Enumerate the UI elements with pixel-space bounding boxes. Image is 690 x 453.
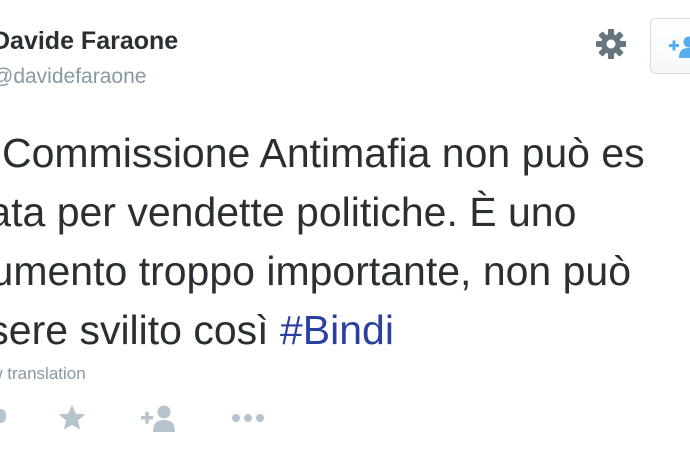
author-handle[interactable]: @davidefaraone xyxy=(0,65,146,89)
tweet-card: Davide Faraone @davidefaraone La Commiss… xyxy=(0,0,690,453)
tweet-text: La Commissione Antimafia non può es usat… xyxy=(0,124,690,360)
follow-user-icon xyxy=(669,36,690,58)
tweet-text-line: usata per vendette politiche. È uno xyxy=(0,189,577,235)
tweet-text-line: strumento troppo importante, non può xyxy=(0,248,632,294)
author-display-name[interactable]: Davide Faraone xyxy=(0,27,178,56)
more-icon[interactable] xyxy=(230,403,266,433)
tweet-text-line-last: essere svilito così #Bindi xyxy=(0,301,690,360)
gear-icon[interactable] xyxy=(595,28,627,60)
favorite-icon[interactable] xyxy=(57,403,87,433)
tweet-text-line: essere svilito così xyxy=(0,307,269,353)
follow-button[interactable] xyxy=(650,18,690,74)
tweet-text-line: La Commissione Antimafia non può es xyxy=(0,130,645,176)
view-translation-link[interactable]: View translation xyxy=(0,364,86,384)
hashtag-link[interactable]: #Bindi xyxy=(280,307,394,353)
follow-icon[interactable] xyxy=(140,403,176,433)
reply-icon[interactable] xyxy=(0,403,10,435)
